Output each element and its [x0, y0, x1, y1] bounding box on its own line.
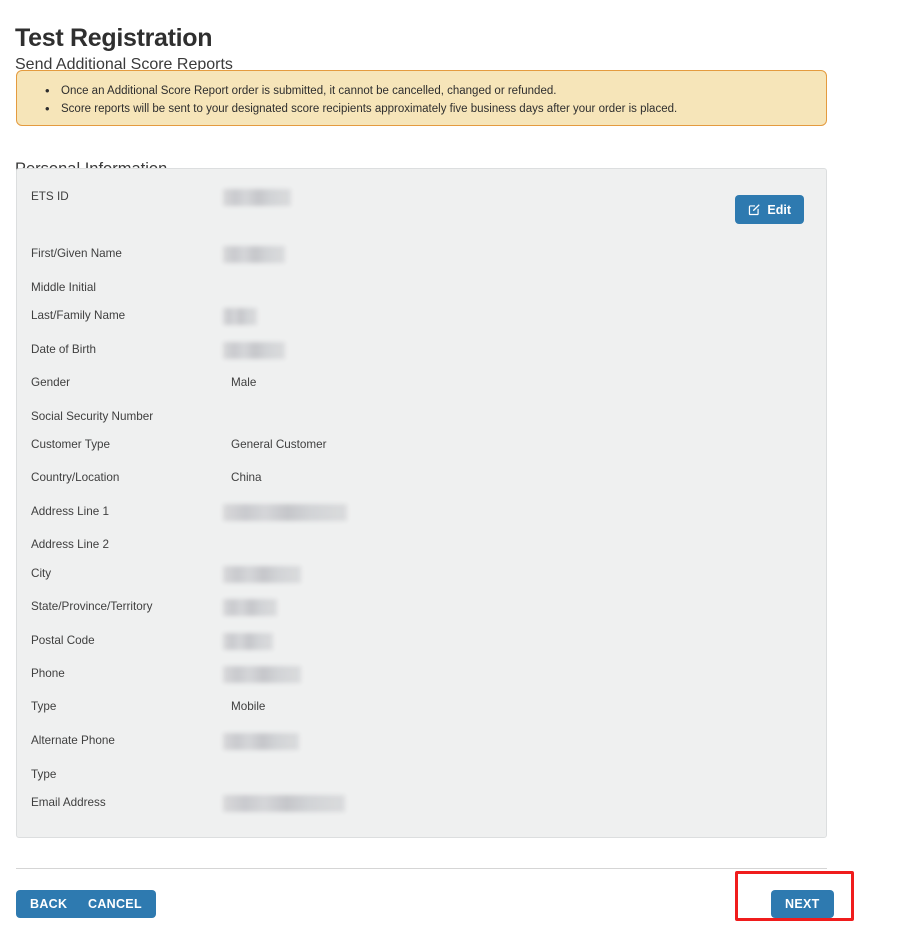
info-row-value: General Customer: [231, 438, 327, 451]
info-row-value: Male: [231, 376, 257, 389]
page-title: Test Registration: [15, 23, 213, 52]
footer-divider: [16, 868, 827, 869]
info-row-label: City: [31, 567, 52, 580]
info-row: Type: [17, 766, 826, 784]
info-row-label: First/Given Name: [31, 247, 122, 260]
info-row-redacted-value: [223, 566, 301, 583]
info-row-label: Social Security Number: [31, 410, 154, 423]
alert-item-list: • Once an Additional Score Report order …: [17, 71, 826, 118]
info-row-redacted-value: [223, 308, 257, 325]
info-row: First/Given Name: [17, 245, 826, 263]
info-row-label: Customer Type: [31, 438, 111, 451]
info-row-redacted-value: [223, 504, 347, 521]
info-row: Phone: [17, 665, 826, 683]
info-row: Address Line 1: [17, 503, 826, 521]
info-row-redacted-value: [223, 246, 285, 263]
alert-item-text: Once an Additional Score Report order is…: [61, 85, 557, 97]
alert-item-text: Score reports will be sent to your desig…: [61, 103, 678, 115]
info-alert: • Once an Additional Score Report order …: [16, 70, 827, 126]
info-row: ETS ID: [17, 188, 826, 206]
bullet-icon: •: [45, 101, 50, 116]
info-row-label: Middle Initial: [31, 281, 96, 294]
info-row: Address Line 2: [17, 536, 826, 554]
info-row-redacted-value: [223, 666, 301, 683]
alert-item: • Score reports will be sent to your des…: [45, 100, 816, 118]
info-row: Country/Location China: [17, 469, 826, 487]
info-row: City: [17, 565, 826, 583]
info-row-label: Type: [31, 700, 57, 713]
info-row: Gender Male: [17, 374, 826, 392]
info-row-label: ETS ID: [31, 190, 69, 203]
info-row-label: State/Province/Territory: [31, 600, 153, 613]
info-row-redacted-value: [223, 189, 291, 206]
info-row-redacted-value: [223, 599, 277, 616]
personal-information-panel: Edit ETS ID First/Given Name Middle Initia…: [16, 168, 827, 838]
bullet-icon: •: [45, 83, 50, 98]
page-root: Test Registration Send Additional Score …: [0, 0, 901, 927]
info-row: Alternate Phone: [17, 732, 826, 750]
cancel-button[interactable]: CANCEL: [74, 890, 156, 918]
info-row-value: China: [231, 471, 262, 484]
info-row: Type Mobile: [17, 698, 826, 716]
info-row-value: Mobile: [231, 700, 266, 713]
back-button[interactable]: BACK: [16, 890, 82, 918]
info-row-label: Date of Birth: [31, 343, 96, 356]
info-row: Last/Family Name: [17, 307, 826, 325]
info-row-label: Address Line 2: [31, 538, 109, 551]
info-row: Customer Type General Customer: [17, 436, 826, 454]
info-row-label: Address Line 1: [31, 505, 109, 518]
alert-item: • Once an Additional Score Report order …: [45, 82, 816, 100]
info-row-label: Type: [31, 768, 57, 781]
info-row-label: Last/Family Name: [31, 309, 126, 322]
info-row: Social Security Number: [17, 408, 826, 426]
info-row-redacted-value: [223, 633, 273, 650]
info-row-label: Postal Code: [31, 634, 95, 647]
info-row: Postal Code: [17, 632, 826, 650]
info-row: State/Province/Territory: [17, 598, 826, 616]
next-button[interactable]: NEXT: [771, 890, 834, 918]
info-row-redacted-value: [223, 795, 345, 812]
info-row-label: Email Address: [31, 796, 106, 809]
info-row: Email Address: [17, 794, 826, 812]
info-row-label: Alternate Phone: [31, 734, 115, 747]
info-row-redacted-value: [223, 342, 285, 359]
info-row-label: Country/Location: [31, 471, 120, 484]
info-row: Middle Initial: [17, 279, 826, 297]
info-row-label: Phone: [31, 667, 65, 680]
info-row-redacted-value: [223, 733, 299, 750]
info-row: Date of Birth: [17, 341, 826, 359]
info-row-label: Gender: [31, 376, 70, 389]
